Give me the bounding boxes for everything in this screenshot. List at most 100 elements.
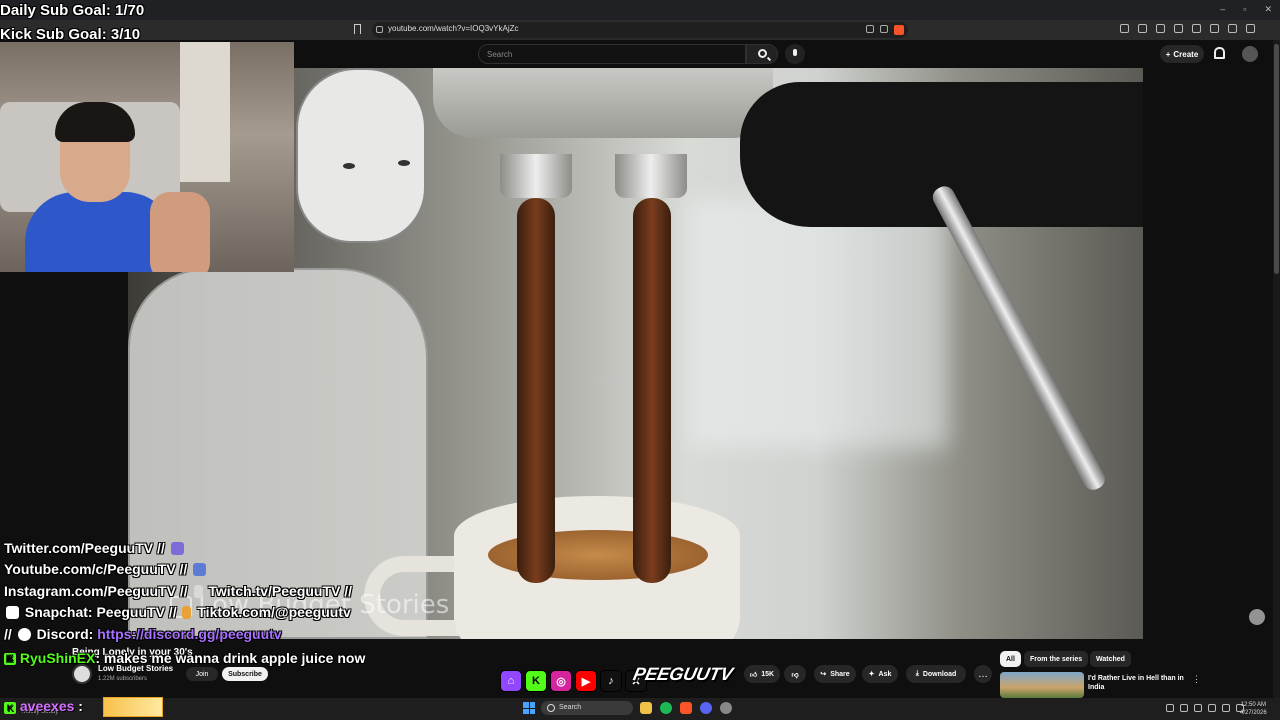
taskbar-search[interactable]: Search (541, 701, 633, 715)
discord-icon[interactable] (700, 702, 712, 714)
sidebar-icon[interactable] (1192, 24, 1201, 33)
steam-wand (929, 182, 1109, 494)
site-info-icon[interactable] (376, 26, 383, 33)
search-icon (758, 49, 767, 58)
social-discord-label: Discord: (36, 626, 94, 642)
brave-icon[interactable] (680, 702, 692, 714)
social-snapchat-tiktok: Snapchat: PeeguuTV // Tiktok.com/@peeguu… (4, 604, 351, 620)
like-button[interactable]: 👍︎ 15K (744, 665, 780, 683)
chip-watched[interactable]: Watched (1090, 651, 1131, 667)
share-button[interactable]: ↪ Share (814, 665, 856, 683)
tray-app-icon[interactable] (1208, 704, 1216, 712)
bookmark-icon[interactable] (354, 24, 361, 34)
subscribe-button[interactable]: Subscribe (222, 667, 268, 681)
tiktok-brand-icon: ♪ (600, 670, 622, 692)
channel-subscribers: 1.22M subscribers (98, 676, 148, 682)
cartoon-eye (398, 160, 410, 166)
system-tray (1166, 704, 1244, 712)
social-youtube-text: Youtube.com/c/PeeguuTV // (4, 561, 188, 577)
twitch-brand-icon: ⌂ (500, 670, 522, 692)
chat-username: RyuShinEX (19, 650, 96, 666)
espresso-stream (517, 198, 555, 583)
chat-text: : (74, 698, 83, 714)
menu-icon[interactable] (1246, 24, 1255, 33)
obs-icon[interactable] (720, 702, 732, 714)
youtube-brand-icon: ▶ (575, 670, 597, 692)
recommendation-thumbnail[interactable] (1000, 672, 1084, 698)
ask-button[interactable]: ✦ Ask (862, 665, 898, 683)
thumbs-up-icon: 👍︎ (749, 671, 758, 679)
clock-time: 12:50 AM (1240, 702, 1267, 708)
windows-start-icon[interactable] (523, 702, 535, 714)
cartoon-head (296, 68, 426, 243)
social-instagram-text: Instagram.com/PeeguuTV // (4, 583, 188, 599)
webcam-door (180, 42, 230, 182)
extension-icon[interactable] (1120, 24, 1129, 33)
music-icon[interactable] (1174, 24, 1183, 33)
taskbar-clock[interactable]: 12:50 AM 4/27/2026 (1240, 701, 1267, 717)
social-instagram-twitch: Instagram.com/PeeguuTV // Twitch.tv/Peeg… (4, 583, 352, 599)
recommendation-more-icon[interactable]: ⋮ (1192, 674, 1201, 685)
kick-badge: K (4, 702, 16, 714)
sparkle-icon: ✦ (868, 671, 875, 678)
tray-app-icon[interactable] (1194, 704, 1202, 712)
kick-brand-icon: K (525, 670, 547, 692)
wallet-icon[interactable] (1210, 24, 1219, 33)
voice-search-button[interactable] (785, 44, 805, 64)
close-button[interactable]: ✕ (1264, 4, 1272, 15)
discord-link[interactable]: https://discord.gg/peeguutv (97, 626, 281, 642)
wifi-icon[interactable] (1222, 704, 1230, 712)
search-button[interactable] (746, 44, 778, 64)
url-text[interactable]: youtube.com/watch?v=IOQ3vYkAjZc (388, 24, 519, 33)
chip-all[interactable]: All (1000, 651, 1021, 667)
webcam-arm (150, 192, 210, 272)
twitch-icon (193, 585, 203, 598)
chat-username: aveexes (19, 698, 75, 714)
tray-chevron-icon[interactable] (1166, 704, 1174, 712)
chat-bubble-icon (17, 628, 31, 641)
like-count: 15K (761, 670, 775, 678)
channel-avatar[interactable] (72, 664, 92, 684)
address-bar[interactable]: youtube.com/watch?v=IOQ3vYkAjZc (372, 22, 908, 38)
download-label: Download (922, 670, 957, 678)
spotify-icon[interactable] (660, 702, 672, 714)
file-explorer-icon[interactable] (640, 702, 652, 714)
extension-icon[interactable] (1156, 24, 1165, 33)
browser-titlebar: – ▫ ✕ (0, 0, 1280, 20)
tray-app-icon[interactable] (1180, 704, 1188, 712)
account-avatar[interactable] (1242, 46, 1258, 62)
extensions-row (1120, 24, 1255, 33)
more-actions-button[interactable]: … (974, 665, 992, 683)
thumbs-down-icon: 👎︎ (791, 671, 799, 679)
join-button[interactable]: Join (186, 667, 218, 681)
vpn-icon[interactable] (1228, 24, 1237, 33)
social-twitch-text: Twitch.tv/PeeguuTV // (208, 583, 353, 599)
social-separator: // (4, 626, 12, 642)
tiktok-icon (182, 606, 192, 619)
chat-emote-image (103, 697, 163, 717)
brave-shields-icon[interactable] (894, 25, 904, 35)
espresso-stream (633, 198, 671, 583)
recommendation-title[interactable]: I'd Rather Live in Hell than in India (1088, 674, 1188, 692)
ask-label: Ask (878, 670, 892, 678)
streamer-webcam (0, 42, 294, 272)
url-bar-icons (866, 25, 904, 35)
scrollbar-thumb[interactable] (1274, 44, 1279, 274)
extension-icon[interactable] (1138, 24, 1147, 33)
share-icon[interactable] (880, 25, 888, 33)
install-icon[interactable] (866, 25, 874, 33)
spout-left (500, 154, 572, 198)
search-input[interactable]: Search (478, 44, 746, 64)
maximize-button[interactable]: ▫ (1243, 4, 1246, 15)
chip-from-series[interactable]: From the series (1024, 651, 1089, 667)
discord-emote-icon (170, 542, 184, 555)
notifications-bell-icon[interactable] (1214, 47, 1225, 59)
dislike-button[interactable]: 👎︎ (784, 665, 806, 683)
download-button[interactable]: ⤓ Download (906, 665, 966, 683)
kick-sub-goal: Kick Sub Goal: 3/10 (0, 26, 141, 43)
create-button[interactable]: + Create (1160, 45, 1204, 63)
social-twitter-text: Twitter.com/PeeguuTV // (4, 540, 165, 556)
emote-icon (1249, 609, 1265, 625)
minimize-button[interactable]: – (1220, 4, 1225, 15)
social-youtube: Youtube.com/c/PeeguuTV // (4, 561, 208, 577)
